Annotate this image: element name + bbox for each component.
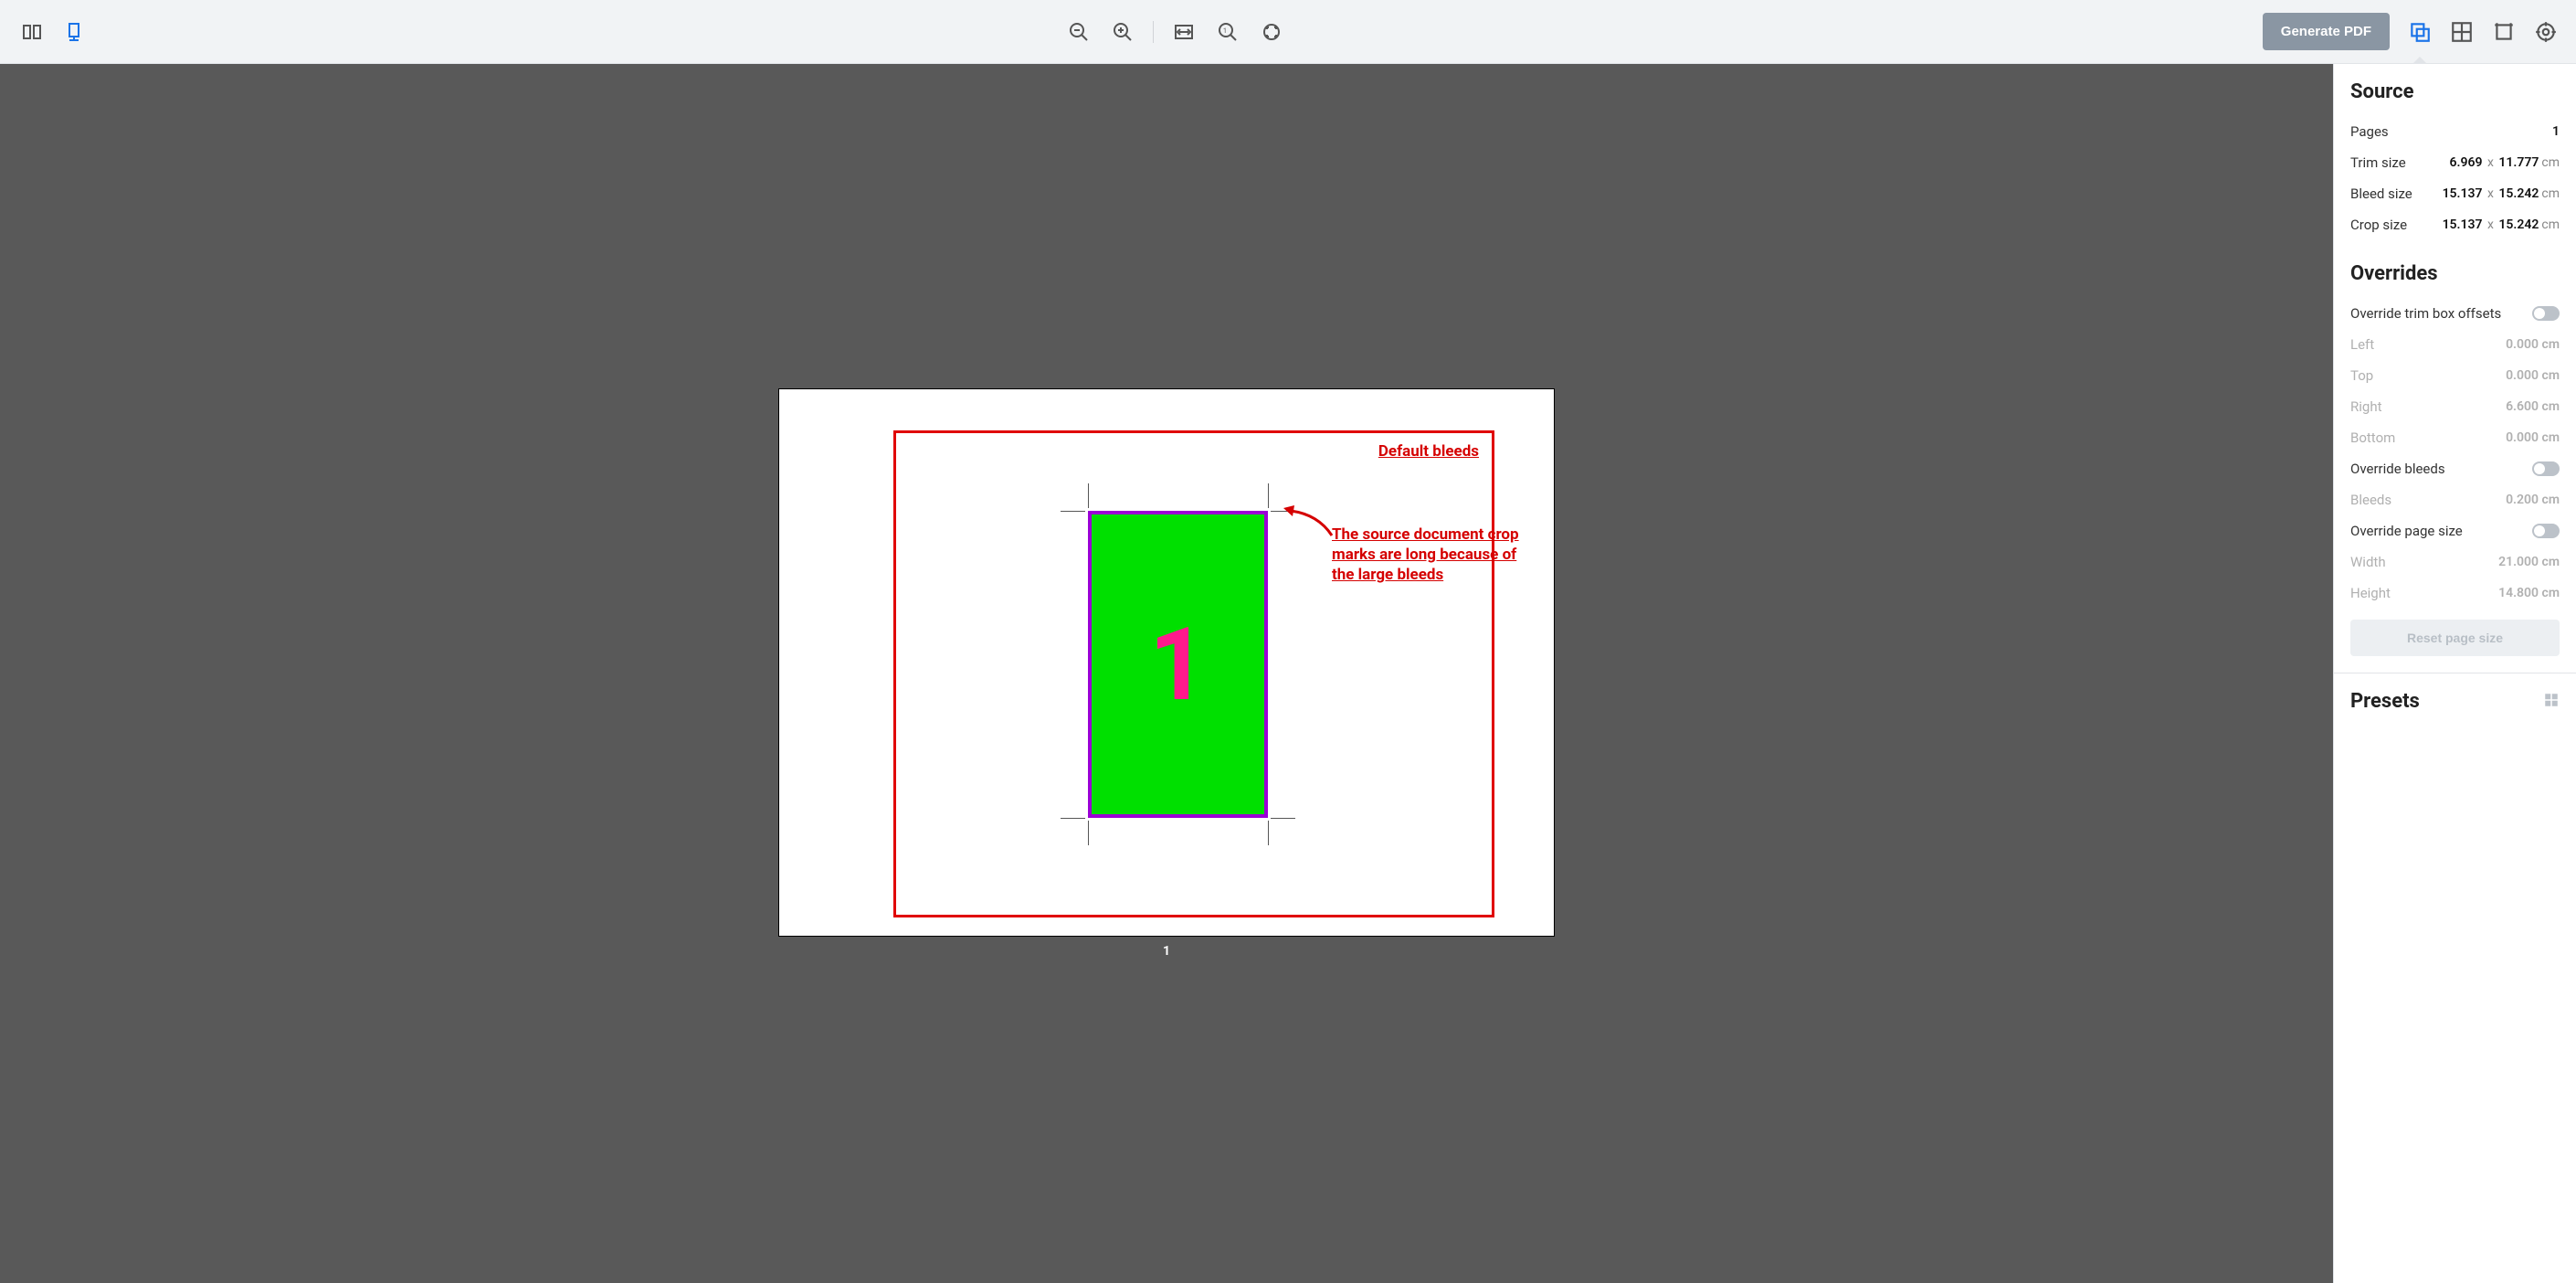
top-value: 0.000 cm [2506,368,2560,383]
zoom-in-icon[interactable] [1109,18,1136,46]
tab-registration-icon[interactable] [2534,20,2558,44]
right-label: Right [2350,398,2381,415]
bleed-size-label: Bleed size [2350,186,2412,202]
width-label: Width [2350,554,2386,570]
trim-rectangle: 1 [1088,511,1268,818]
generate-pdf-button[interactable]: Generate PDF [2263,13,2390,50]
view-single-icon[interactable] [60,18,88,46]
trim-size-value: 6.969 x 11.777cm [2450,155,2560,170]
annotation-cropmarks: The source document crop marks are long … [1332,525,1533,585]
page-label: 1 [1163,944,1170,959]
presets-grid-icon[interactable] [2543,692,2560,712]
height-label: Height [2350,585,2391,601]
crop-mark [1268,821,1269,845]
override-pagesize-label: Override page size [2350,523,2463,539]
page-preview: 1 Default bleeds The source document cro… [778,388,1555,937]
bottom-label: Bottom [2350,429,2395,446]
override-bleeds-label: Override bleeds [2350,461,2445,477]
crop-mark [1088,821,1089,845]
toolbar: 1 Generate PDF [0,0,2576,64]
trim-size-label: Trim size [2350,154,2406,171]
height-value: 14.800 cm [2498,586,2560,600]
bleeds-label: Bleeds [2350,492,2391,508]
fit-width-icon[interactable] [1170,18,1198,46]
arrow-icon [1282,504,1346,549]
zoom-out-icon[interactable] [1065,18,1093,46]
page-number: 1 [1149,606,1207,724]
crop-mark [1268,483,1269,508]
crop-mark [1061,511,1085,512]
right-value: 6.600 cm [2506,399,2560,414]
side-panel: Source Pages 1 Trim size 6.969 x 11.777c… [2333,64,2576,1283]
crop-mark [1271,818,1295,819]
left-label: Left [2350,336,2374,353]
annotation-bleeds: Default bleeds [1378,442,1479,461]
crop-size-label: Crop size [2350,217,2407,233]
zoom-fit-icon[interactable] [1258,18,1285,46]
width-value: 21.000 cm [2498,555,2560,569]
override-trimbox-toggle[interactable] [2532,306,2560,321]
pages-value: 1 [2552,124,2560,139]
bottom-value: 0.000 cm [2506,430,2560,445]
override-bleeds-toggle[interactable] [2532,461,2560,476]
separator [1153,21,1154,43]
reset-pagesize-button[interactable]: Reset page size [2350,620,2560,656]
source-title: Source [2350,80,2560,103]
override-pagesize-toggle[interactable] [2532,524,2560,538]
zoom-actual-icon[interactable]: 1 [1214,18,1241,46]
canvas-area[interactable]: 1 Default bleeds The source document cro… [0,64,2333,1283]
view-spread-icon[interactable] [18,18,46,46]
svg-text:1: 1 [1223,27,1227,35]
tab-source-icon[interactable] [2408,20,2432,44]
crop-mark [1061,818,1085,819]
override-trimbox-label: Override trim box offsets [2350,305,2501,322]
tab-layout-icon[interactable] [2450,20,2474,44]
bleed-size-value: 15.137 x 15.242cm [2443,186,2560,201]
crop-mark [1088,483,1089,508]
overrides-title: Overrides [2350,262,2560,285]
bleeds-value: 0.200 cm [2506,493,2560,507]
pages-label: Pages [2350,123,2389,140]
crop-size-value: 15.137 x 15.242cm [2443,217,2560,232]
presets-title: Presets [2350,690,2420,713]
left-value: 0.000 cm [2506,337,2560,352]
tab-marks-icon[interactable] [2492,20,2516,44]
top-label: Top [2350,367,2373,384]
